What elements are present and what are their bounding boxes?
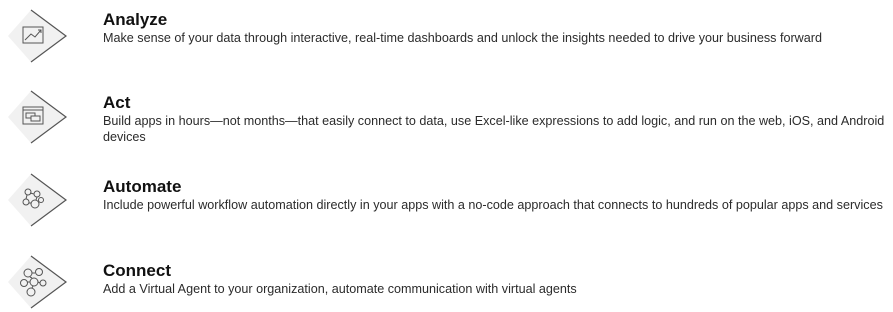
- feature-description: Make sense of your data through interact…: [103, 31, 822, 45]
- feature-title: Connect: [103, 261, 171, 280]
- feature-title: Act: [103, 93, 131, 112]
- workflow-nodes-icon: [4, 170, 72, 230]
- agent-network-icon: [4, 252, 72, 312]
- app-window-icon: [4, 87, 72, 147]
- chart-line-icon: [4, 6, 72, 66]
- feature-title: Analyze: [103, 10, 168, 29]
- feature-description: Add a Virtual Agent to your organization…: [103, 282, 577, 296]
- feature-description: Include powerful workflow automation dir…: [103, 198, 883, 212]
- feature-title: Automate: [103, 177, 182, 196]
- feature-description: Build apps in hours—not months—that easi…: [103, 114, 885, 144]
